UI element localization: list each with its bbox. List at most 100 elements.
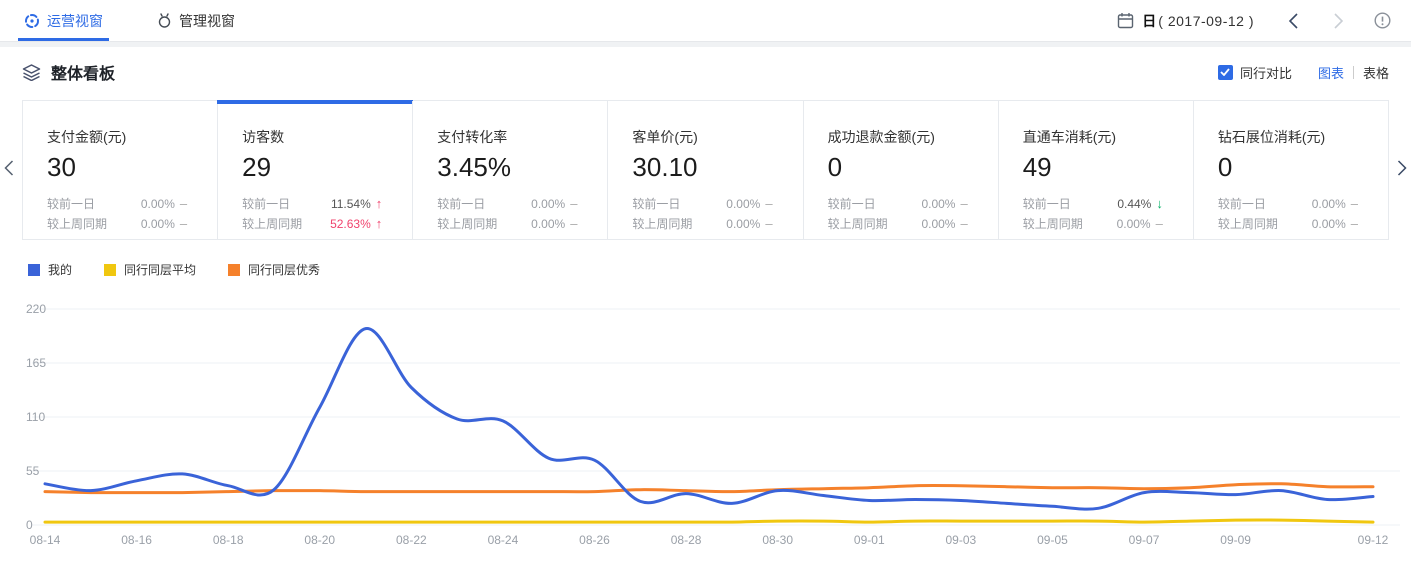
chart-legend: 我的 同行同层平均 同行同层优秀 xyxy=(0,261,1411,278)
metric-card-4[interactable]: 客单价(元) 30.10 较前一日 0.00% – 较上周同期 0.00% – xyxy=(607,101,802,239)
x-axis-tick: 08-18 xyxy=(213,533,244,547)
legend-item-2[interactable]: 同行同层平均 xyxy=(104,261,196,278)
metric-card-6[interactable]: 直通车消耗(元) 49 较前一日 0.44% ↓ 较上周同期 0.00% – xyxy=(998,101,1193,239)
metric-title: 支付转化率 xyxy=(437,127,607,147)
metric-title: 支付金额(元) xyxy=(47,127,217,147)
calendar-icon[interactable] xyxy=(1117,12,1134,29)
legend-swatch xyxy=(104,264,116,276)
compare-row: 较上周同期 0.00% – xyxy=(47,214,217,234)
date-period[interactable]: 日 xyxy=(1142,11,1156,31)
compare-label: 较前一日 xyxy=(1218,194,1266,214)
compare-value: 0.00% xyxy=(726,214,760,234)
x-axis-tick: 09-09 xyxy=(1220,533,1251,547)
chevron-right-icon xyxy=(1397,160,1407,176)
next-date-button[interactable] xyxy=(1333,13,1344,29)
compare-label: 较前一日 xyxy=(1023,194,1071,214)
date-controls: 日 ( 2017-09-12 ) xyxy=(1117,11,1391,31)
trend-line-chart[interactable]: 05511016522008-1408-1608-1808-2008-2208-… xyxy=(0,291,1411,565)
y-axis-tick: 110 xyxy=(26,410,45,424)
x-axis-tick: 08-16 xyxy=(121,533,152,547)
check-icon xyxy=(1220,68,1230,76)
x-axis-tick: 08-24 xyxy=(488,533,519,547)
x-axis-tick: 08-14 xyxy=(30,533,61,547)
compare-label: 较上周同期 xyxy=(632,214,692,234)
trend-up-icon: ↑ xyxy=(376,214,383,234)
cards-prev-button[interactable] xyxy=(4,160,14,180)
x-axis-tick: 08-28 xyxy=(671,533,702,547)
metric-value: 49 xyxy=(1023,152,1193,182)
compare-row: 较上周同期 0.00% – xyxy=(437,214,607,234)
line-chart-canvas[interactable]: 05511016522008-1408-1608-1808-2008-2208-… xyxy=(0,291,1411,565)
metric-title: 成功退款金额(元) xyxy=(828,127,998,147)
x-axis-tick: 09-05 xyxy=(1037,533,1068,547)
section-controls: 同行对比 图表 表格 xyxy=(1218,63,1389,82)
compare-value: 0.00% xyxy=(531,194,565,214)
date-value[interactable]: ( 2017-09-12 ) xyxy=(1158,13,1254,29)
metric-title: 钻石展位消耗(元) xyxy=(1218,127,1388,147)
tab-operations-view[interactable]: 运营视窗 xyxy=(20,0,107,41)
metric-value: 29 xyxy=(242,152,412,182)
trend-flat-icon: – xyxy=(180,214,187,234)
metric-value: 0 xyxy=(1218,152,1388,182)
peer-compare-label: 同行对比 xyxy=(1240,63,1292,82)
compare-label: 较前一日 xyxy=(632,194,680,214)
metric-card-2[interactable]: 访客数 29 较前一日 11.54% ↑ 较上周同期 52.63% ↑ xyxy=(217,101,412,239)
compare-row: 较前一日 0.00% – xyxy=(47,194,217,214)
trend-flat-icon: – xyxy=(765,194,772,214)
chevron-left-icon xyxy=(1288,13,1299,29)
metric-card-1[interactable]: 支付金额(元) 30 较前一日 0.00% – 较上周同期 0.00% – xyxy=(23,101,217,239)
prev-date-button[interactable] xyxy=(1288,13,1299,29)
compare-row: 较前一日 0.00% – xyxy=(437,194,607,214)
compare-label: 较上周同期 xyxy=(242,214,302,234)
y-axis-tick: 0 xyxy=(26,518,33,532)
metric-card-7[interactable]: 钻石展位消耗(元) 0 较前一日 0.00% – 较上周同期 0.00% – xyxy=(1193,101,1388,239)
trend-flat-icon: – xyxy=(570,214,577,234)
trend-flat-icon: – xyxy=(765,214,772,234)
view-toggle-divider xyxy=(1353,66,1354,79)
compare-value: 11.54% xyxy=(331,194,371,214)
x-axis-tick: 09-03 xyxy=(946,533,977,547)
compare-value: 0.00% xyxy=(531,214,565,234)
metric-card-5[interactable]: 成功退款金额(元) 0 较前一日 0.00% – 较上周同期 0.00% – xyxy=(803,101,998,239)
metric-card-3[interactable]: 支付转化率 3.45% 较前一日 0.00% – 较上周同期 0.00% – xyxy=(412,101,607,239)
metric-title: 客单价(元) xyxy=(632,127,802,147)
trend-up-icon: ↑ xyxy=(376,194,383,214)
x-axis-tick: 08-26 xyxy=(579,533,610,547)
compare-label: 较上周同期 xyxy=(1218,214,1278,234)
tab-management-view[interactable]: 管理视窗 xyxy=(153,0,239,41)
chevron-left-icon xyxy=(4,160,14,176)
section-title: 整体看板 xyxy=(51,60,115,84)
compare-row: 较前一日 0.44% ↓ xyxy=(1023,194,1193,214)
x-axis-tick: 09-12 xyxy=(1358,533,1389,547)
y-axis-tick: 55 xyxy=(26,464,40,478)
view-toggle-table[interactable]: 表格 xyxy=(1363,63,1389,82)
legend-swatch xyxy=(28,264,40,276)
x-axis-tick: 08-22 xyxy=(396,533,427,547)
compare-row: 较上周同期 0.00% – xyxy=(632,214,802,234)
metric-value: 3.45% xyxy=(437,152,607,182)
top-nav: 运营视窗 管理视窗 日 ( 2017-09-12 ) xyxy=(0,0,1411,42)
metric-cards-carousel: 支付金额(元) 30 较前一日 0.00% – 较上周同期 0.00% – 访客… xyxy=(22,100,1389,240)
y-axis-tick: 220 xyxy=(26,302,46,316)
trend-flat-icon: – xyxy=(960,214,967,234)
trend-flat-icon: – xyxy=(960,194,967,214)
management-view-icon xyxy=(157,13,172,29)
compare-value: 0.00% xyxy=(726,194,760,214)
series-line-我的 xyxy=(45,328,1373,509)
series-line-同行同层平均 xyxy=(45,520,1373,522)
legend-item-1[interactable]: 我的 xyxy=(28,261,72,278)
trend-flat-icon: – xyxy=(1351,214,1358,234)
cards-next-button[interactable] xyxy=(1397,160,1407,180)
trend-flat-icon: – xyxy=(1351,194,1358,214)
info-icon[interactable] xyxy=(1374,12,1391,29)
compare-value: 0.00% xyxy=(1117,214,1151,234)
view-toggle-chart[interactable]: 图表 xyxy=(1318,63,1344,82)
legend-item-3[interactable]: 同行同层优秀 xyxy=(228,261,320,278)
compare-label: 较上周同期 xyxy=(437,214,497,234)
trend-flat-icon: – xyxy=(570,194,577,214)
compare-value: 0.00% xyxy=(921,194,955,214)
compare-row: 较前一日 11.54% ↑ xyxy=(242,194,412,214)
peer-compare-checkbox[interactable] xyxy=(1218,65,1233,80)
compare-label: 较前一日 xyxy=(437,194,485,214)
compare-label: 较前一日 xyxy=(828,194,876,214)
